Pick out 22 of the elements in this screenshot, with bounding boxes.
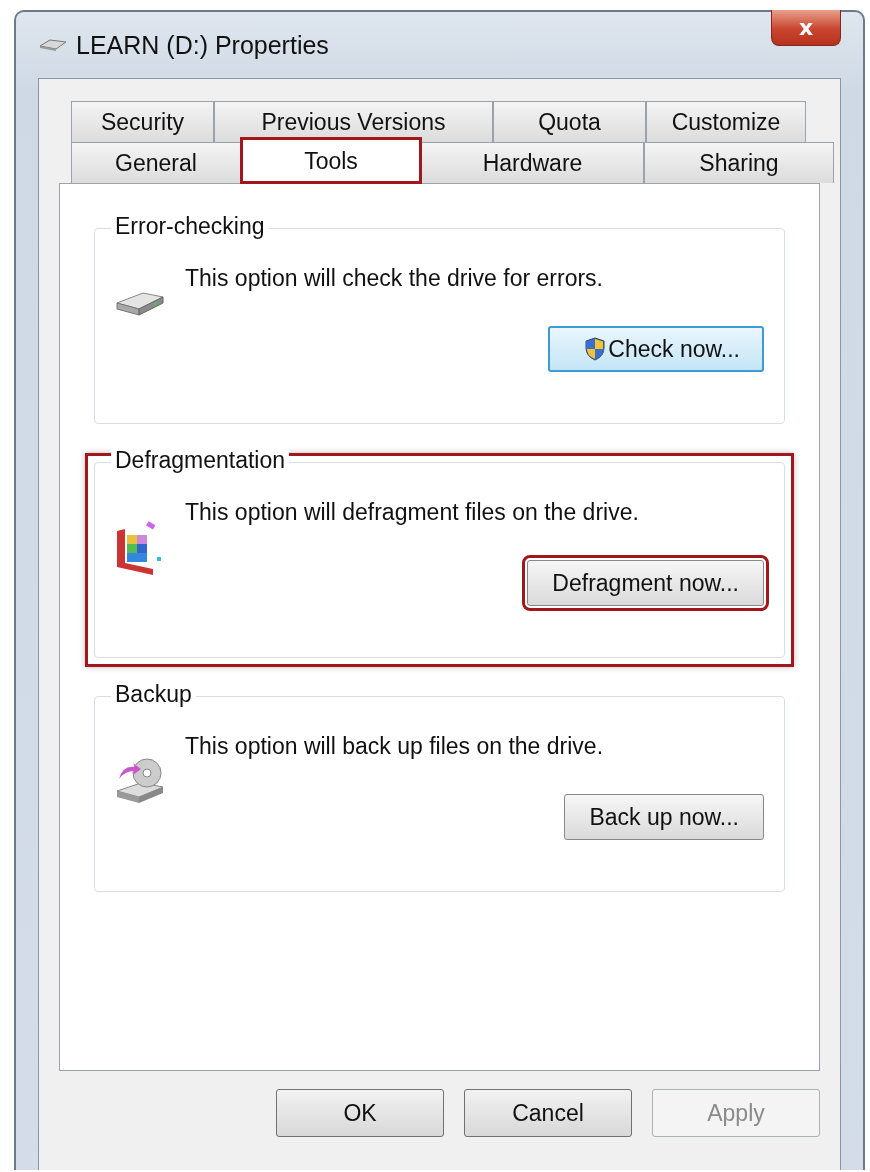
- group-title: Defragmentation: [111, 447, 290, 474]
- dialog-button[interactable]: Cancel: [464, 1089, 632, 1137]
- description-text: This option will back up files on the drive.: [185, 733, 605, 760]
- tab[interactable]: Quota: [493, 101, 646, 142]
- shield-icon: [584, 337, 607, 361]
- action-button[interactable]: Check now...: [548, 326, 764, 372]
- tab[interactable]: Customize: [646, 101, 806, 142]
- tab[interactable]: Security: [71, 101, 214, 142]
- tab[interactable]: Hardware: [421, 142, 644, 183]
- dialog-button[interactable]: OK: [276, 1089, 444, 1137]
- tab[interactable]: Tools: [241, 138, 421, 183]
- tab[interactable]: General: [71, 142, 241, 183]
- group-title: Error-checking: [111, 213, 269, 240]
- drive-icon: [38, 37, 68, 53]
- group-title: Backup: [111, 681, 196, 708]
- tab[interactable]: Previous Versions: [214, 101, 493, 142]
- description-text: This option will defragment files on the drive.: [185, 499, 640, 526]
- action-button[interactable]: Back up now...: [564, 794, 764, 840]
- description-text: This option will check the drive for errors.: [185, 265, 604, 292]
- window-title: LEARN (D:) Properties: [76, 30, 329, 60]
- tab[interactable]: Sharing: [644, 142, 834, 183]
- close-button[interactable]: x: [771, 10, 841, 46]
